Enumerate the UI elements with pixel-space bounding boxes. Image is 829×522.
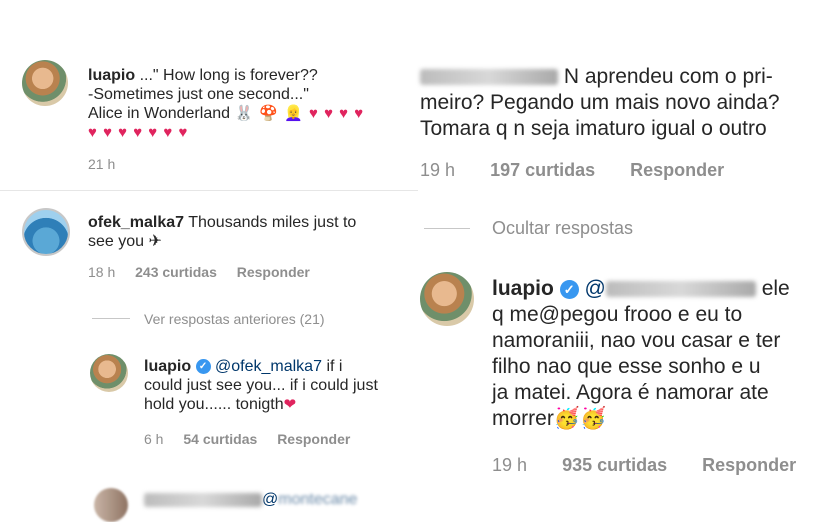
- verified-badge-icon: ✓: [195, 359, 211, 375]
- verified-badge-icon: ✓: [559, 279, 579, 299]
- reply-text: filho nao que esse sonho e u: [492, 355, 761, 378]
- reply-button[interactable]: Responder: [702, 455, 796, 475]
- mention[interactable]: montecane: [278, 491, 357, 508]
- avatar[interactable]: [22, 60, 68, 106]
- reply: luapio ✓ @ ele q me@pegou frooo e eu to …: [492, 276, 822, 432]
- heart-emoji: ♥ ♥ ♥ ♥ ♥ ♥ ♥: [88, 124, 189, 141]
- reply-meta: 19 h 935 curtidas Responder: [492, 455, 796, 476]
- likes-count[interactable]: 54 curtidas: [183, 431, 257, 447]
- comment: N aprendeu com o pri- meiro? Pegando um …: [420, 64, 828, 142]
- reply: @montecane: [144, 490, 404, 509]
- emoji: 🐰 🍄 👱‍♀️ ♥ ♥ ♥ ♥: [234, 105, 365, 122]
- reply-text: could just see you... if i could just: [144, 377, 378, 394]
- comment-text: -Sometimes just one second...": [88, 86, 309, 103]
- comment-meta: 19 h 197 curtidas Responder: [420, 160, 724, 181]
- comment-time: 21 h: [88, 156, 116, 172]
- comment-text: see you ✈: [88, 233, 162, 250]
- avatar[interactable]: [94, 488, 128, 522]
- blurred-username: [144, 492, 262, 507]
- reply-time: 6 h: [144, 431, 164, 447]
- comment: luapio ..." How long is forever?? -Somet…: [88, 66, 418, 142]
- comment-text: Alice in Wonderland: [88, 105, 231, 122]
- avatar[interactable]: [22, 208, 70, 256]
- reply-button[interactable]: Responder: [237, 264, 310, 280]
- blurred-username: [605, 281, 756, 298]
- username[interactable]: ofek_malka7: [88, 214, 184, 231]
- reply-text: q me@pegou frooo e eu to: [492, 303, 743, 326]
- comment-text: ..." How long is forever??: [139, 67, 318, 84]
- username[interactable]: luapio: [144, 358, 191, 375]
- comment-text: meiro? Pegando um mais novo ainda?: [420, 91, 780, 114]
- divider: [0, 190, 418, 191]
- likes-count[interactable]: 243 curtidas: [135, 264, 217, 280]
- reply-text: ja matei. Agora é namorar ate: [492, 381, 769, 404]
- mention[interactable]: @: [585, 277, 606, 300]
- comment-text: Tomara q n seja imaturo igual o outro: [420, 117, 767, 140]
- avatar[interactable]: [90, 354, 128, 392]
- reply-meta: 6 h 54 curtidas Responder: [144, 431, 350, 447]
- comment-text: N aprendeu com o pri-: [563, 65, 773, 88]
- replies-line: [92, 318, 130, 319]
- likes-count[interactable]: 197 curtidas: [490, 160, 595, 180]
- reply-text: if i: [326, 358, 343, 375]
- reply: luapio ✓ @ofek_malka7 if i could just se…: [144, 357, 424, 414]
- mention[interactable]: @: [262, 491, 278, 508]
- comment-time: 19 h: [420, 160, 456, 180]
- heart-emoji: ❤: [283, 396, 298, 413]
- reply-text: hold you...... tonigth: [144, 396, 284, 413]
- view-previous-replies[interactable]: Ver respostas anteriores (21): [144, 311, 325, 327]
- comment: ofek_malka7 Thousands miles just to see …: [88, 213, 418, 251]
- reply-text: namoraniii, nao vou casar e ter: [492, 329, 781, 352]
- comment-time: 18 h: [88, 264, 116, 280]
- reply-button[interactable]: Responder: [630, 160, 724, 180]
- username[interactable]: luapio: [88, 67, 135, 84]
- avatar[interactable]: [420, 272, 474, 326]
- comment-meta: 18 h 243 curtidas Responder: [88, 264, 310, 280]
- username[interactable]: luapio: [492, 277, 554, 300]
- mention[interactable]: @ofek_malka7: [215, 358, 322, 375]
- reply-button[interactable]: Responder: [277, 431, 350, 447]
- likes-count[interactable]: 935 curtidas: [562, 455, 667, 475]
- blurred-username: [420, 69, 558, 86]
- reply-text: ele: [761, 277, 790, 300]
- reply-text: morrer🥳🥳: [492, 407, 607, 430]
- hide-replies[interactable]: Ocultar respostas: [492, 218, 633, 239]
- replies-line: [424, 228, 470, 229]
- reply-time: 19 h: [492, 455, 528, 475]
- comment-text: Thousands miles just to: [188, 214, 357, 231]
